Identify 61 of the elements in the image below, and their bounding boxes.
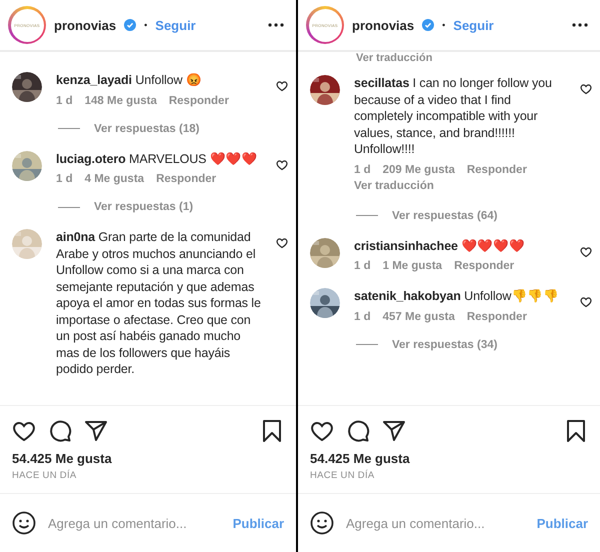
comment-age: 1 d bbox=[56, 173, 73, 185]
like-count[interactable]: 4 Me gusta bbox=[84, 173, 144, 185]
verified-badge-icon bbox=[422, 19, 434, 31]
comment-icon[interactable] bbox=[48, 419, 72, 443]
heart-icon[interactable] bbox=[310, 419, 334, 443]
like-count: 54.425 Me gusta bbox=[12, 451, 113, 466]
separator-dot: • bbox=[442, 20, 446, 30]
reply-button[interactable]: Responder bbox=[466, 164, 527, 176]
heart-icon[interactable] bbox=[276, 237, 288, 249]
comment-text: satenik_hakobyan Unfollow👎👎👎 bbox=[354, 288, 560, 304]
send-icon[interactable] bbox=[84, 419, 108, 443]
comment-icon[interactable] bbox=[346, 419, 370, 443]
comment-text: luciag.otero MARVELOUS ❤❤❤ bbox=[56, 150, 258, 167]
more-options-icon[interactable] bbox=[268, 23, 284, 27]
comment-text: kenza_layadi Unfollow 😡 bbox=[56, 72, 203, 88]
emoji-icon[interactable] bbox=[310, 511, 334, 535]
heart-icon[interactable] bbox=[276, 80, 288, 92]
emoji-icon[interactable] bbox=[12, 511, 36, 535]
comment-age: 1 d bbox=[354, 260, 371, 272]
comment-input[interactable]: Agrega un comentario... bbox=[346, 516, 525, 530]
comment-age: 1 d bbox=[354, 310, 371, 322]
reply-button[interactable]: Responder bbox=[466, 310, 527, 322]
reply-button[interactable]: Responder bbox=[168, 94, 229, 106]
see-translation-link[interactable]: Ver traducción bbox=[356, 52, 592, 65]
send-icon[interactable] bbox=[382, 419, 406, 443]
account-name[interactable]: pronovias bbox=[54, 18, 116, 32]
like-count[interactable]: 1 Me gusta bbox=[382, 260, 442, 272]
account-name[interactable]: pronovias bbox=[352, 18, 414, 32]
comment-age: 1 d bbox=[354, 164, 371, 176]
publish-button[interactable]: Publicar bbox=[536, 516, 588, 530]
like-count[interactable]: 148 Me gusta bbox=[84, 94, 157, 106]
bookmark-icon[interactable] bbox=[260, 419, 284, 443]
see-translation-link[interactable]: Ver traducción bbox=[354, 180, 434, 192]
comment-text: ain0na Gran parte de la comunidad Arabe y otros muchos anunciando el Unfollow como si a una marca con semejante reputación y que ademas apoya el amor en todas sus formas le importase o afectase. Creo que con un post así habéis ganado mucho mas de los followers que hayáis podido perder. bbox=[56, 229, 262, 378]
post-age: HACE UN DÍA bbox=[310, 470, 376, 481]
publish-button[interactable]: Publicar bbox=[232, 516, 284, 530]
heart-icon[interactable] bbox=[580, 83, 592, 95]
follow-button[interactable]: Seguir bbox=[453, 18, 494, 32]
comment-text: cristiansinhachee ❤❤❤❤ bbox=[354, 238, 526, 254]
heart-icon[interactable] bbox=[580, 296, 592, 308]
like-count[interactable]: 209 Me gusta bbox=[382, 164, 455, 176]
like-count: 54.425 Me gusta bbox=[310, 451, 411, 466]
reply-button[interactable]: Responder bbox=[454, 260, 514, 272]
heart-icon[interactable] bbox=[276, 158, 288, 170]
like-count[interactable]: 457 Me gusta bbox=[382, 310, 455, 322]
bookmark-icon[interactable] bbox=[564, 419, 588, 443]
heart-icon[interactable] bbox=[580, 246, 592, 258]
comment-input[interactable]: Agrega un comentario... bbox=[48, 516, 221, 530]
post-age: HACE UN DÍA bbox=[12, 470, 78, 481]
separator-dot: • bbox=[144, 20, 148, 30]
comment-text: secillatas I can no longer follow you because of a video that I find completely incompatible with your values, stance, and brand!!!!!! Unfollow!!!! bbox=[354, 75, 553, 158]
follow-button[interactable]: Seguir bbox=[155, 18, 196, 32]
verified-badge-icon bbox=[124, 19, 136, 31]
view-replies-button[interactable]: Ver respuestas (64) bbox=[392, 210, 498, 222]
more-options-icon[interactable] bbox=[572, 23, 588, 27]
view-replies-button[interactable]: Ver respuestas (1) bbox=[94, 201, 194, 213]
view-replies-button[interactable]: Ver respuestas (18) bbox=[94, 122, 200, 134]
heart-icon[interactable] bbox=[12, 419, 36, 443]
view-replies-button[interactable]: Ver respuestas (34) bbox=[392, 338, 498, 350]
reply-button[interactable]: Responder bbox=[156, 173, 216, 185]
comment-age: 1 d bbox=[56, 94, 73, 106]
